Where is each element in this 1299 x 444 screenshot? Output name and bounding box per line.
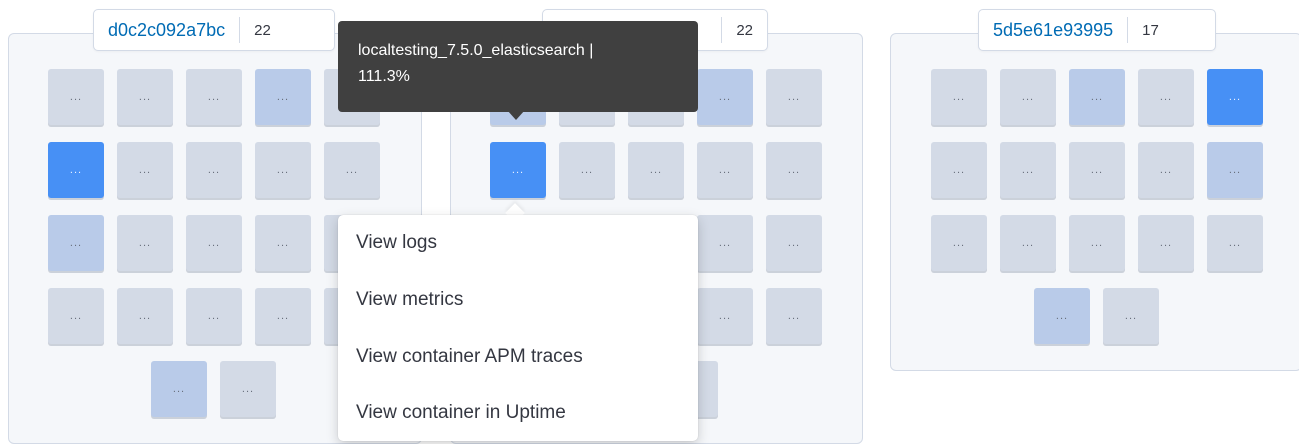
container-node[interactable]: ... xyxy=(766,69,822,125)
container-node[interactable]: ... xyxy=(931,142,987,198)
container-node[interactable]: ... xyxy=(48,215,104,271)
node-context-menu: View logs View metrics View container AP… xyxy=(338,215,698,441)
group-title-link[interactable]: d0c2c092a7bc xyxy=(94,20,239,41)
menu-item-view-metrics[interactable]: View metrics xyxy=(356,289,463,311)
container-node[interactable]: ... xyxy=(628,142,684,198)
container-node[interactable]: ... xyxy=(186,142,242,198)
container-node[interactable]: ... xyxy=(1000,215,1056,271)
container-node[interactable]: ... xyxy=(1207,215,1263,271)
container-node[interactable]: ... xyxy=(766,288,822,344)
container-node[interactable]: ... xyxy=(255,215,311,271)
container-node[interactable]: ... xyxy=(186,69,242,125)
container-node[interactable]: ... xyxy=(697,69,753,125)
container-node[interactable]: ... xyxy=(117,288,173,344)
container-node[interactable]: ... xyxy=(186,288,242,344)
container-node[interactable]: ... xyxy=(931,215,987,271)
group-count-badge: 17 xyxy=(1127,17,1173,43)
tooltip-container-name: localtesting_7.5.0_elasticsearch | xyxy=(358,42,594,59)
container-node[interactable]: ... xyxy=(697,288,753,344)
container-node[interactable]: ... xyxy=(186,215,242,271)
container-node[interactable]: ... xyxy=(151,361,207,417)
group-title-link[interactable]: 5d5e61e93995 xyxy=(979,20,1127,41)
container-node[interactable]: ... xyxy=(931,69,987,125)
tooltip-metric-value: 111.3% xyxy=(358,68,410,85)
container-node-selected[interactable]: ... xyxy=(490,142,546,198)
group-count-badge: 22 xyxy=(239,17,285,43)
group-count-badge: 22 xyxy=(721,17,767,43)
container-node[interactable]: ... xyxy=(697,215,753,271)
container-node[interactable]: ... xyxy=(117,69,173,125)
container-node[interactable]: ... xyxy=(255,288,311,344)
container-node[interactable]: ... xyxy=(1138,69,1194,125)
container-node[interactable]: ... xyxy=(48,142,104,198)
container-node[interactable]: ... xyxy=(1138,215,1194,271)
menu-item-view-logs[interactable]: View logs xyxy=(356,232,437,254)
group-header: 5d5e61e93995 17 xyxy=(978,9,1216,51)
container-node[interactable]: ... xyxy=(1103,288,1159,344)
menu-item-view-apm-traces[interactable]: View container APM traces xyxy=(356,346,583,368)
container-node[interactable]: ... xyxy=(766,215,822,271)
container-node[interactable]: ... xyxy=(697,142,753,198)
container-node[interactable]: ... xyxy=(255,142,311,198)
container-node[interactable]: ... xyxy=(255,69,311,125)
container-node[interactable]: ... xyxy=(1138,142,1194,198)
menu-item-view-uptime[interactable]: View container in Uptime xyxy=(356,402,566,424)
tooltip-arrow xyxy=(507,110,525,120)
container-node[interactable]: ... xyxy=(559,142,615,198)
container-node[interactable]: ... xyxy=(1034,288,1090,344)
group-header: d0c2c092a7bc 22 xyxy=(93,9,335,51)
node-tooltip: localtesting_7.5.0_elasticsearch | 111.3… xyxy=(338,21,698,112)
container-node[interactable]: ... xyxy=(1207,142,1263,198)
container-node[interactable]: ... xyxy=(48,288,104,344)
container-node[interactable]: ... xyxy=(1069,215,1125,271)
container-node[interactable]: ... xyxy=(766,142,822,198)
container-node[interactable]: ... xyxy=(1069,142,1125,198)
container-node[interactable]: ... xyxy=(1207,69,1263,125)
container-node[interactable]: ... xyxy=(1000,142,1056,198)
container-node[interactable]: ... xyxy=(220,361,276,417)
container-node[interactable]: ... xyxy=(1069,69,1125,125)
container-node[interactable]: ... xyxy=(324,142,380,198)
container-node[interactable]: ... xyxy=(117,215,173,271)
container-node[interactable]: ... xyxy=(48,69,104,125)
container-node[interactable]: ... xyxy=(117,142,173,198)
container-node[interactable]: ... xyxy=(1000,69,1056,125)
